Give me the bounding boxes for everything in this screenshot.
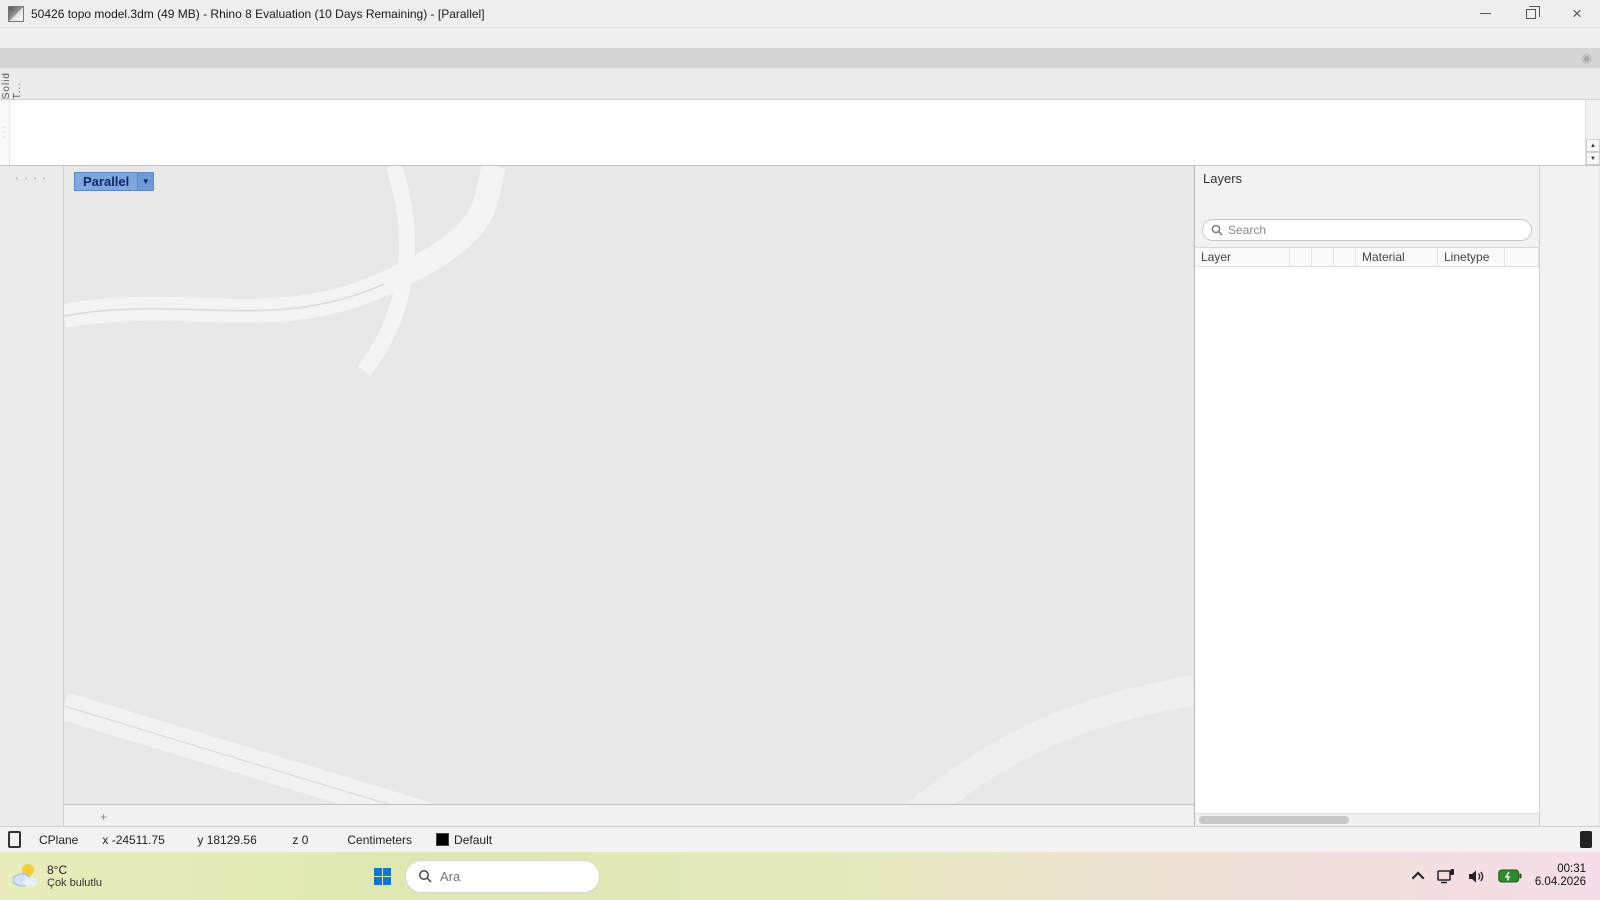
viewport-dropdown-icon[interactable]: ▼ — [137, 173, 153, 190]
search-icon — [418, 869, 432, 883]
coord-y: y 18129.56 — [185, 833, 280, 847]
taskbar-search-input[interactable] — [440, 869, 560, 884]
viewport-title-chip[interactable]: Parallel ▼ — [74, 172, 154, 191]
layers-panel: Layers Layer Material Linetype — [1195, 166, 1540, 826]
current-layer-indicator[interactable]: Default — [424, 833, 504, 847]
menu-bar — [0, 28, 1600, 48]
cplane-button[interactable]: CPlane — [27, 833, 90, 847]
column-material[interactable]: Material — [1356, 248, 1438, 266]
weather-temp: 8°C — [47, 863, 102, 877]
column-layer[interactable]: Layer — [1195, 248, 1290, 266]
command-grip[interactable]: ······ — [0, 100, 10, 165]
restore-button[interactable] — [1508, 0, 1554, 27]
layers-panel-title: Layers — [1203, 171, 1242, 186]
scene-svg — [64, 166, 1194, 804]
weather-widget[interactable]: 8°C Çok bulutlu — [0, 861, 102, 891]
window-title: 50426 topo model.3dm (49 MB) - Rhino 8 E… — [31, 7, 485, 21]
scroll-down-icon[interactable]: ▼ — [1586, 152, 1600, 165]
minimize-button[interactable] — [1462, 0, 1508, 27]
command-scrollbar[interactable]: ▲ ▼ — [1585, 100, 1600, 165]
viewport-3d-scene[interactable] — [64, 166, 1194, 804]
coord-x: x -24511.75 — [90, 833, 185, 847]
left-tool-sidebar: • • • • — [0, 166, 64, 826]
windows-logo-icon — [374, 868, 391, 885]
ribbon-tab-bar: Solid T... ◉ — [0, 48, 1600, 68]
rhino-window: 50426 topo model.3dm (49 MB) - Rhino 8 E… — [0, 0, 1600, 900]
layers-toolbar — [1195, 190, 1539, 216]
current-layer-swatch — [436, 833, 449, 846]
speaker-icon[interactable] — [1468, 869, 1485, 884]
system-tray: 00:31 6.04.2026 — [1415, 863, 1600, 889]
command-area: ······ ▲ ▼ — [0, 100, 1600, 166]
viewport-tab-bar: + — [64, 804, 1194, 826]
weather-icon — [10, 861, 40, 891]
panel-tab-strip — [1540, 166, 1599, 826]
viewport-title[interactable]: Parallel — [75, 173, 137, 190]
close-button[interactable]: × — [1554, 0, 1600, 27]
ribbon-gear-icon[interactable]: ◉ — [1582, 51, 1592, 65]
clock-time: 00:31 — [1535, 863, 1586, 876]
title-bar: 50426 topo model.3dm (49 MB) - Rhino 8 E… — [0, 0, 1600, 28]
status-end-icon[interactable] — [1580, 831, 1592, 848]
clock-date: 6.04.2026 — [1535, 876, 1586, 889]
windows-taskbar: 8°C Çok bulutlu 00:31 6.04.2026 — [0, 852, 1600, 900]
viewport-parallel[interactable]: Parallel ▼ + — [64, 166, 1195, 826]
status-bar: CPlane x -24511.75 y 18129.56 z 0 Centim… — [0, 826, 1600, 852]
weather-desc: Çok bulutlu — [47, 877, 102, 889]
docked-toolbar-label: Solid T... — [1, 72, 23, 99]
scroll-up-icon[interactable]: ▲ — [1586, 139, 1600, 152]
layers-table: Layer Material Linetype — [1195, 247, 1539, 826]
start-button[interactable] — [365, 859, 399, 893]
tray-clock[interactable]: 00:31 6.04.2026 — [1535, 863, 1586, 889]
taskbar-search[interactable] — [405, 860, 600, 893]
units-label[interactable]: Centimeters — [335, 833, 424, 847]
solid-tools-toolbar — [0, 68, 1600, 100]
network-icon[interactable] — [1437, 868, 1455, 884]
status-cell-icon[interactable] — [8, 831, 21, 848]
search-icon — [1211, 224, 1223, 236]
layers-hscrollbar[interactable] — [1195, 813, 1539, 826]
coord-z: z 0 — [280, 833, 335, 847]
add-viewport-tab-button[interactable]: + — [90, 808, 117, 826]
command-history[interactable] — [10, 100, 1585, 165]
layers-search-input[interactable] — [1228, 223, 1523, 237]
rhino-app-icon — [8, 6, 24, 22]
column-linetype[interactable]: Linetype — [1438, 248, 1505, 266]
layers-column-headers: Layer Material Linetype — [1195, 248, 1539, 267]
layers-search-box[interactable] — [1202, 219, 1532, 241]
battery-icon[interactable] — [1498, 869, 1522, 883]
tray-chevron-icon[interactable] — [1412, 871, 1425, 884]
